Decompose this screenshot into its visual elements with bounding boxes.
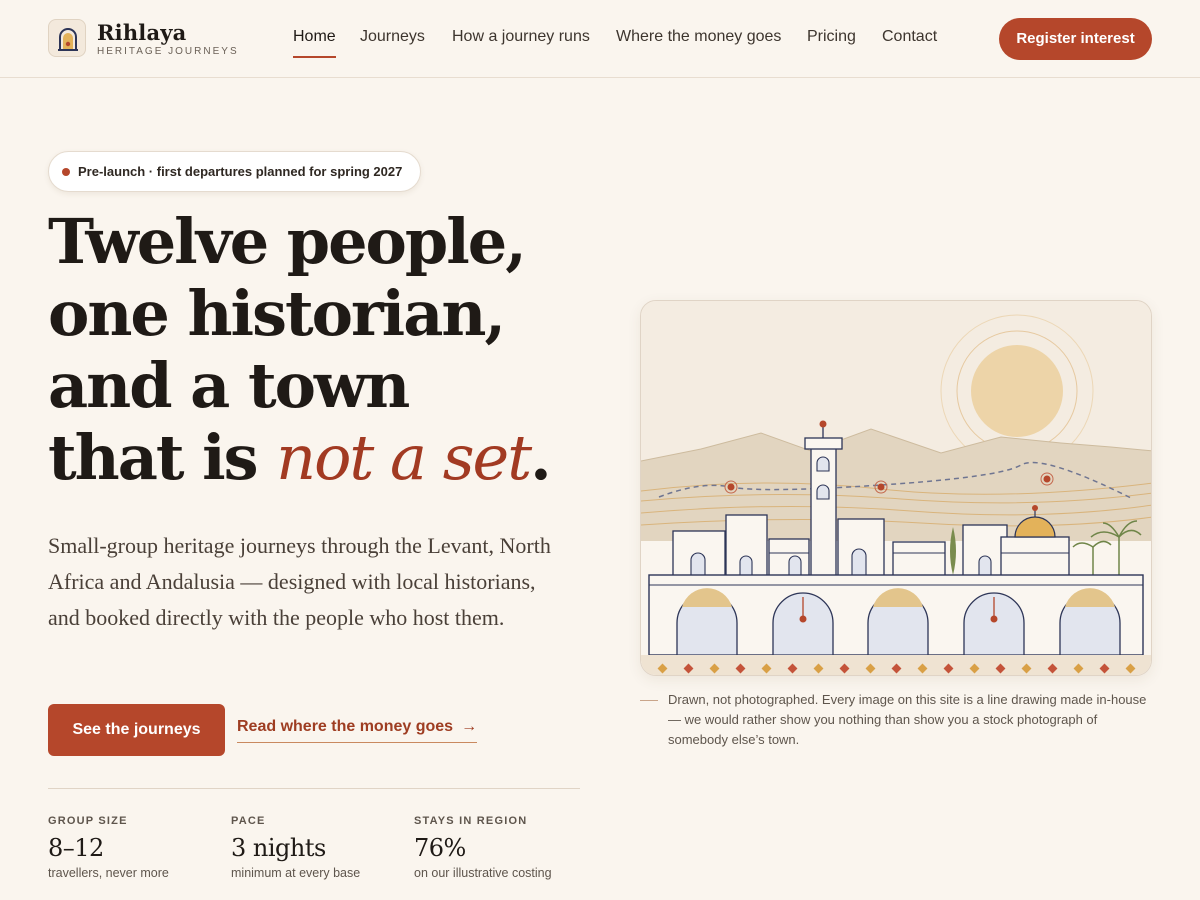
- stat-value: 8–12: [48, 834, 104, 862]
- site-header: Rihlaya Heritage Journeys Home Journeys …: [0, 0, 1200, 78]
- hero-title-line-4: that is: [48, 421, 277, 494]
- hero-title-accent: not a set: [276, 421, 532, 494]
- stat-label: Group size: [48, 815, 128, 827]
- hero-title-line-3: and a town: [48, 349, 410, 422]
- nav-active-indicator: [293, 56, 336, 58]
- nav-pricing[interactable]: Pricing: [807, 28, 856, 46]
- stat-group-size: Group size 8–12 travellers, never more: [48, 815, 228, 880]
- illustration-caption: Drawn, not photographed. Every image on …: [668, 692, 1147, 747]
- stat-value: 3 nights: [231, 834, 326, 862]
- hero-title-end: .: [530, 421, 552, 494]
- hero-title: Twelve people, one historian, and a town…: [48, 206, 608, 494]
- nav-journeys[interactable]: Journeys: [360, 28, 425, 46]
- stat-label: Pace: [231, 815, 266, 827]
- badge-text: Pre-launch · first departures planned fo…: [78, 164, 403, 179]
- stat-label: Stays in region: [414, 815, 528, 827]
- hero-title-line-2: one historian,: [48, 277, 506, 350]
- town-illustration: [640, 300, 1152, 676]
- stat-value: 76%: [414, 834, 466, 862]
- town-line-drawing: [641, 301, 1151, 675]
- read-money-link-label: Read where the money goes: [237, 718, 454, 735]
- nav-contact[interactable]: Contact: [882, 28, 937, 46]
- nav-how-a-journey-runs[interactable]: How a journey runs: [452, 28, 590, 46]
- caption-rule: [640, 700, 658, 701]
- stat-caption: on our illustrative costing: [414, 866, 552, 880]
- stat-stays-in-region: Stays in region 76% on our illustrative …: [414, 815, 594, 880]
- register-interest-button[interactable]: Register interest: [999, 18, 1152, 60]
- stats-divider: [48, 788, 580, 789]
- hero-title-line-1: Twelve people,: [48, 205, 527, 278]
- prelaunch-badge: Pre-launch · first departures planned fo…: [48, 151, 421, 192]
- nav-where-the-money-goes[interactable]: Where the money goes: [616, 28, 781, 46]
- arrow-right-icon: →: [461, 718, 478, 735]
- read-money-link[interactable]: Read where the money goes →: [237, 718, 478, 743]
- stat-caption: minimum at every base: [231, 866, 361, 880]
- nav-home[interactable]: Home: [293, 28, 336, 46]
- status-dot-icon: [62, 168, 70, 176]
- hero-subtitle: Small-group heritage journeys through th…: [48, 533, 551, 630]
- see-journeys-button[interactable]: See the journeys: [48, 704, 225, 756]
- stat-pace: Pace 3 nights minimum at every base: [231, 815, 411, 880]
- stat-caption: travellers, never more: [48, 866, 169, 880]
